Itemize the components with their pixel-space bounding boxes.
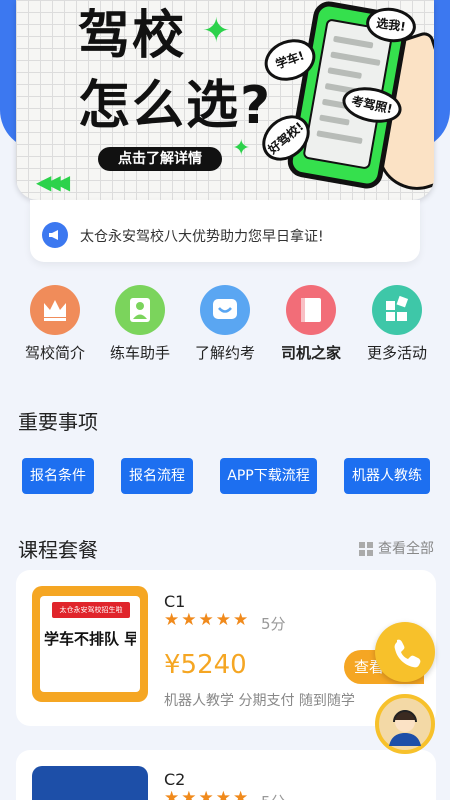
promo-banner[interactable]: 驾校 怎么选? 点击了解详情 ✦ ✦ ◀◀◀ 学车! 选我! 考驾照! 好驾校! (16, 0, 434, 200)
thumb-caption: 太仓永安驾校招生啦 (52, 602, 130, 618)
blocks-icon (372, 285, 422, 335)
customer-service-button[interactable] (375, 694, 435, 754)
course-card[interactable]: C2 ★★★★★ 5分 (16, 750, 436, 800)
notice-bar[interactable]: 太仓永安驾校八大优势助力您早日拿证! (30, 200, 420, 262)
menu-label: 更多活动 (366, 344, 427, 362)
menu-driver-home[interactable]: 司机之家 (268, 285, 354, 363)
menu-school-intro[interactable]: 驾校简介 (12, 285, 98, 363)
rating-score: 5分 (261, 791, 286, 800)
call-button[interactable] (375, 622, 435, 682)
tag-app-download[interactable]: APP下载流程 (220, 458, 317, 494)
banner-title-line2: 怎么选? (78, 76, 273, 136)
phone-icon (394, 639, 421, 668)
menu-exam-booking[interactable]: 了解约考 (182, 285, 268, 363)
course-name: C2 (164, 770, 186, 789)
thumb-title: 学车不排队 早学早拿证 (44, 630, 136, 648)
coach-icon (115, 285, 165, 335)
courses-section-title: 课程套餐 (18, 538, 98, 562)
menu-label: 了解约考 (194, 344, 255, 362)
tag-robot-coach[interactable]: 机器人教练 (344, 458, 430, 494)
book-icon (286, 285, 336, 335)
view-all-link[interactable]: 查看全部 (359, 538, 434, 558)
menu-label: 驾校简介 (24, 344, 85, 362)
rating-score: 5分 (261, 615, 286, 633)
important-section-title: 重要事项 (18, 410, 98, 434)
menu-label: 司机之家 (280, 344, 341, 362)
agent-icon (389, 710, 421, 746)
menu-label: 练车助手 (109, 344, 170, 362)
banner-title-line1: 驾校 (78, 6, 187, 66)
course-thumbnail: 太仓永安驾校招生啦 学车不排队 早学早拿证 (32, 586, 148, 702)
crown-icon (30, 285, 80, 335)
triple-chevron-icon: ◀◀◀ (36, 170, 70, 194)
grid-icon (359, 542, 373, 556)
sparkle-icon: ✦ (232, 136, 251, 161)
course-name: C1 (164, 592, 186, 611)
quick-menu: 驾校简介 练车助手 了解约考 司机之家 更多活动 (0, 285, 450, 365)
menu-more-activities[interactable]: 更多活动 (354, 285, 440, 363)
sparkle-icon: ✦ (202, 11, 231, 51)
smile-chat-icon (200, 285, 250, 335)
notice-text: 太仓永安驾校八大优势助力您早日拿证! (80, 229, 324, 245)
rating-stars: ★★★★★ (164, 610, 251, 630)
course-features: 机器人教学 分期支付 随到随学 (164, 693, 355, 709)
view-all-label: 查看全部 (378, 541, 434, 557)
course-card[interactable]: 太仓永安驾校招生啦 学车不排队 早学早拿证 C1 ★★★★★ 5分 ¥5240 … (16, 570, 436, 726)
rating-stars: ★★★★★ (164, 788, 251, 800)
menu-practice-assistant[interactable]: 练车助手 (97, 285, 183, 363)
banner-cta-button[interactable]: 点击了解详情 (98, 147, 222, 171)
tag-registration-conditions[interactable]: 报名条件 (22, 458, 94, 494)
course-price: ¥5240 (164, 650, 247, 680)
tag-registration-process[interactable]: 报名流程 (121, 458, 193, 494)
course-thumbnail (32, 766, 148, 800)
megaphone-icon (42, 222, 68, 248)
